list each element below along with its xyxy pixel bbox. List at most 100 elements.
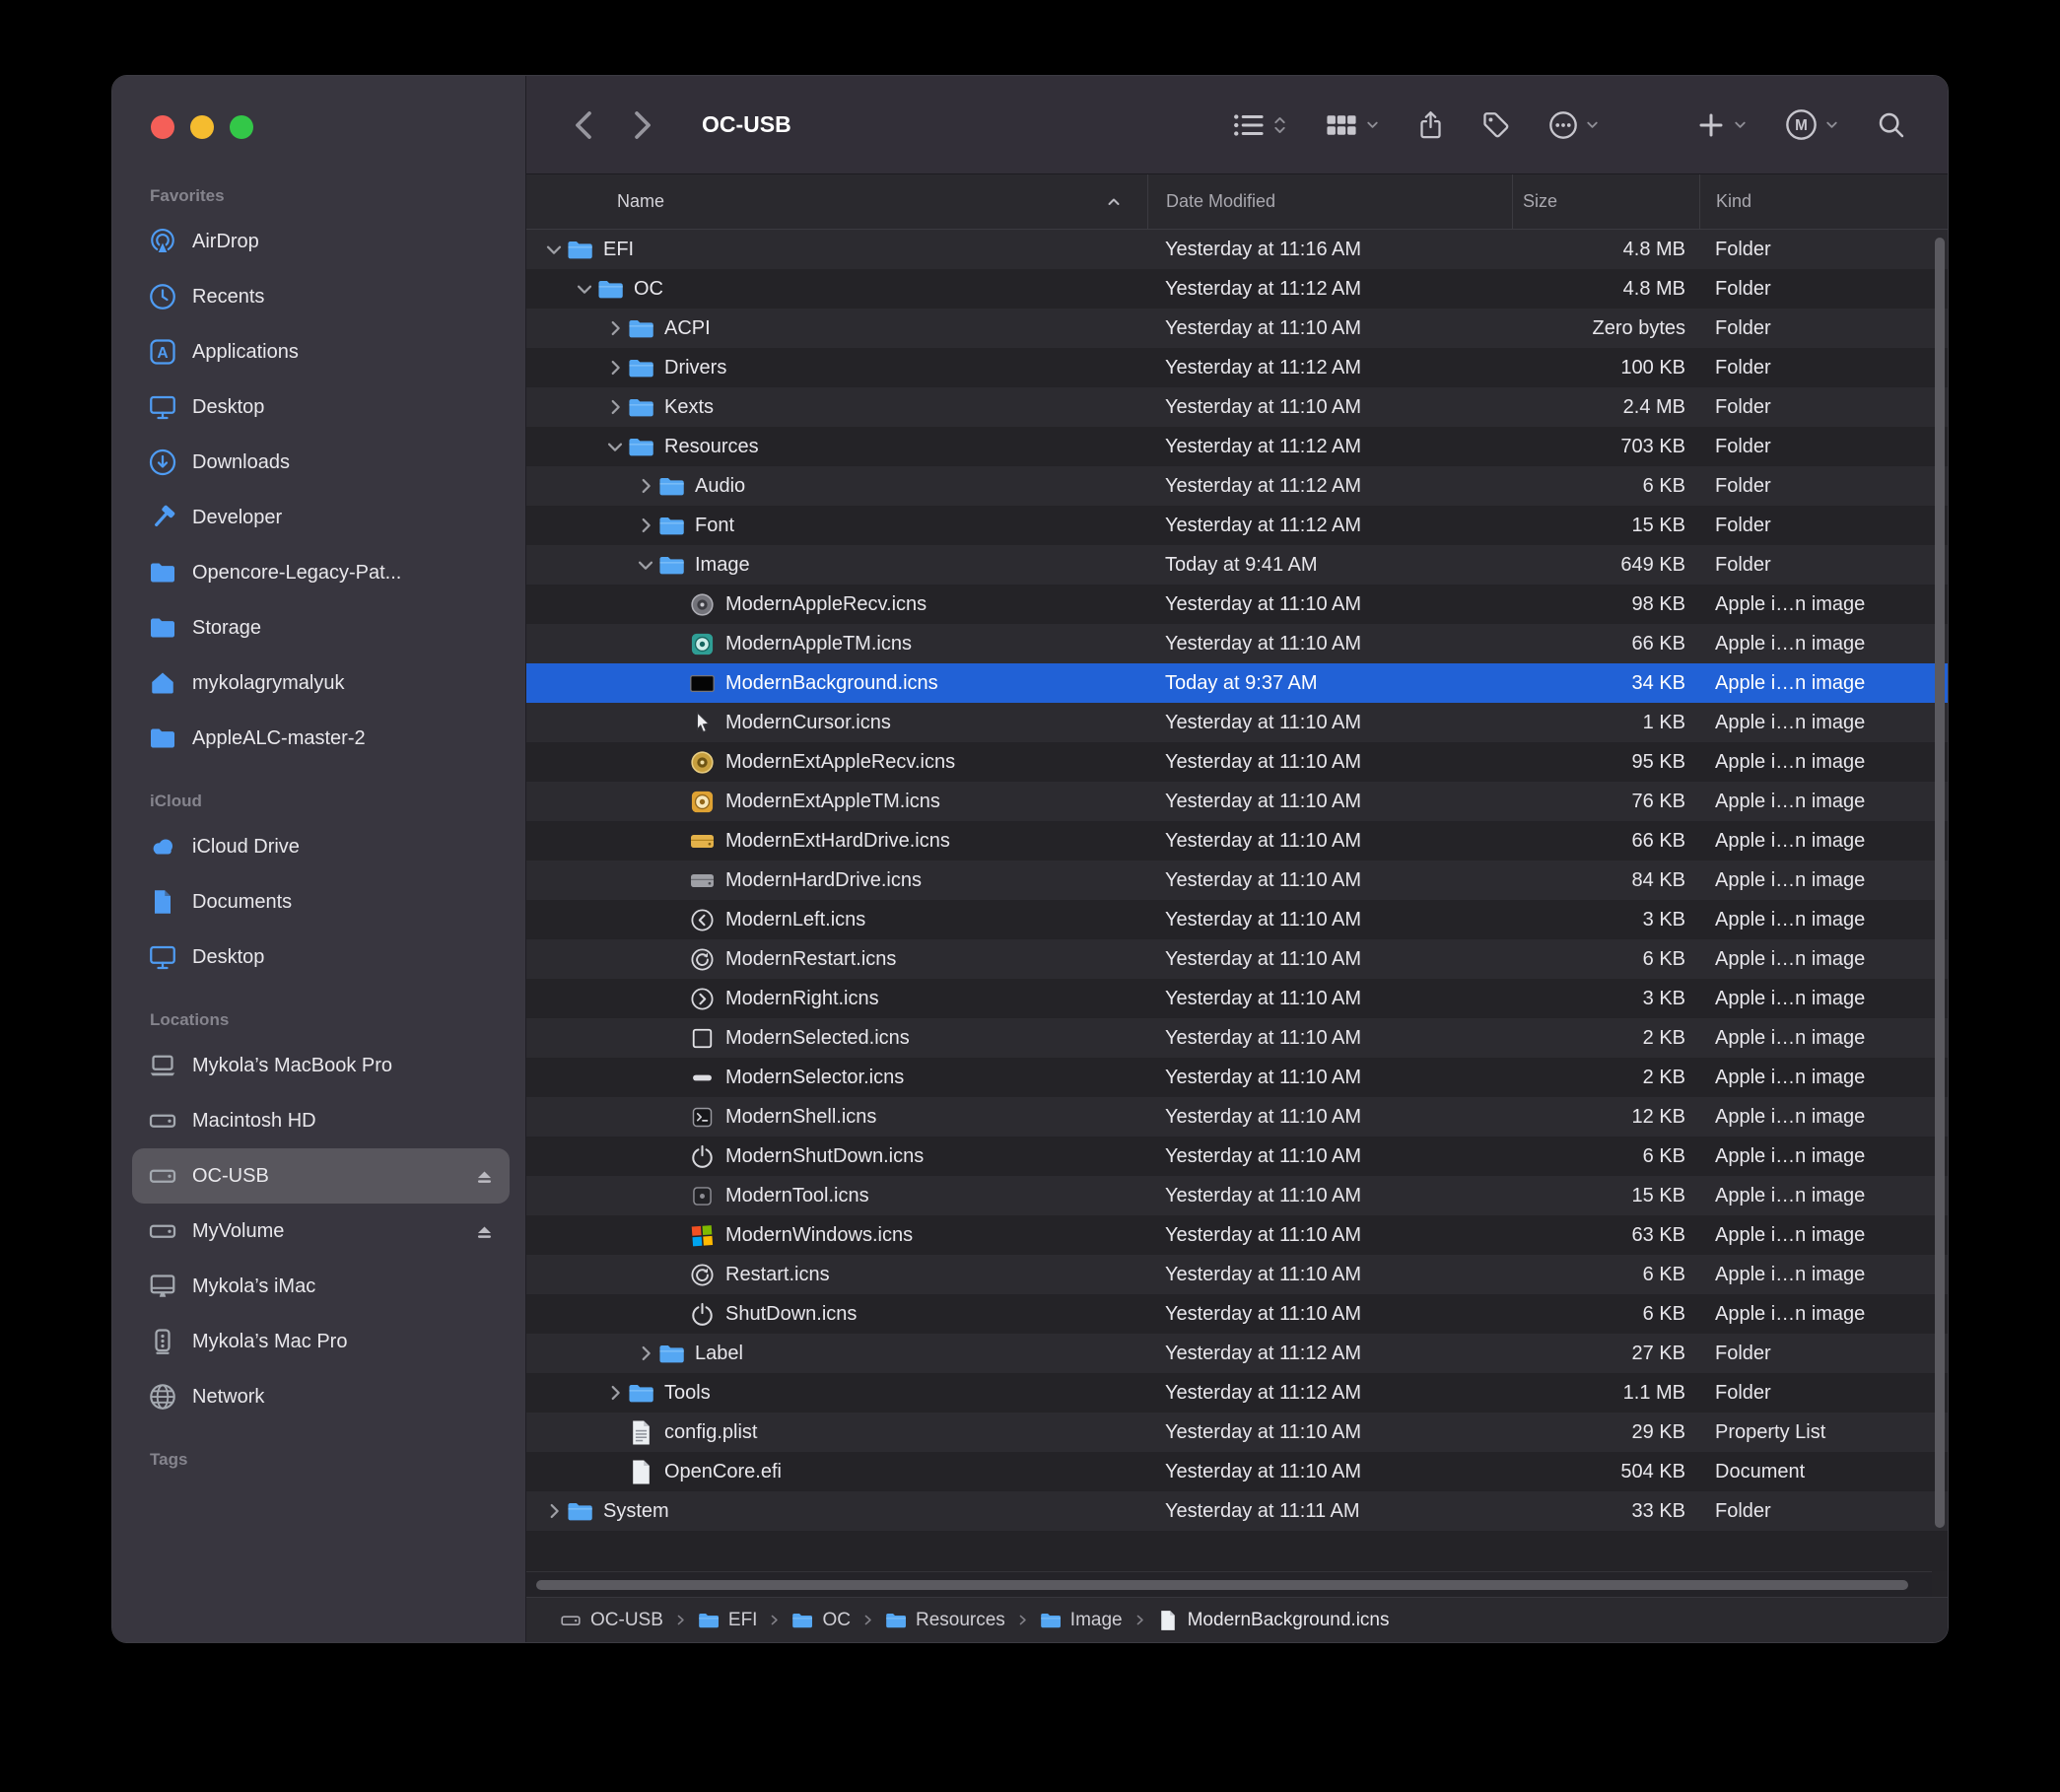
path-item-modernbackground-icns[interactable]: ModernBackground.icns [1157, 1610, 1390, 1631]
disclosure-triangle-icon[interactable] [540, 1499, 567, 1523]
file-row-modernleft-icns[interactable]: ModernLeft.icnsYesterday at 11:10 AM3 KB… [526, 900, 1948, 939]
disclosure-triangle-icon[interactable] [601, 435, 628, 458]
file-row-system[interactable]: SystemYesterday at 11:11 AM33 KBFolder [526, 1491, 1948, 1531]
file-row-shutdown-icns[interactable]: ShutDown.icnsYesterday at 11:10 AM6 KBAp… [526, 1294, 1948, 1334]
sidebar-item-myvolume[interactable]: MyVolume [132, 1204, 510, 1259]
sidebar-item-downloads[interactable]: Downloads [132, 435, 510, 490]
disclosure-triangle-icon[interactable] [601, 316, 628, 340]
file-row-label[interactable]: LabelYesterday at 11:12 AM27 KBFolder [526, 1334, 1948, 1373]
file-row-moderntool-icns[interactable]: ModernTool.icnsYesterday at 11:10 AM15 K… [526, 1176, 1948, 1215]
file-row-efi[interactable]: EFIYesterday at 11:16 AM4.8 MBFolder [526, 230, 1948, 269]
file-row-oc[interactable]: OCYesterday at 11:12 AM4.8 MBFolder [526, 269, 1948, 309]
sidebar-item-documents[interactable]: Documents [132, 874, 510, 930]
file-row-modernextappletm-icns[interactable]: ModernExtAppleTM.icnsYesterday at 11:10 … [526, 782, 1948, 821]
search-button[interactable] [1877, 110, 1906, 140]
column-header-size[interactable]: Size [1512, 174, 1699, 229]
path-item-resources[interactable]: Resources [885, 1610, 1005, 1631]
column-header-date-modified[interactable]: Date Modified [1147, 174, 1512, 229]
tags-button[interactable] [1481, 110, 1511, 140]
size-cell: 29 KB [1512, 1413, 1699, 1452]
more-actions-button[interactable] [1548, 110, 1600, 140]
account-button[interactable]: M [1785, 108, 1839, 141]
file-row-modernrestart-icns[interactable]: ModernRestart.icnsYesterday at 11:10 AM6… [526, 939, 1948, 979]
sidebar-item-applealc-master-2[interactable]: AppleALC-master-2 [132, 711, 510, 766]
sidebar-item-recents[interactable]: Recents [132, 269, 510, 324]
disclosure-triangle-icon[interactable] [601, 1381, 628, 1405]
file-row-modernharddrive-icns[interactable]: ModernHardDrive.icnsYesterday at 11:10 A… [526, 861, 1948, 900]
column-header-name[interactable]: Name [526, 174, 1147, 229]
file-name: ModernRight.icns [725, 988, 879, 1010]
group-by-button[interactable] [1325, 110, 1380, 140]
file-row-modernbackground-icns[interactable]: ModernBackground.icnsToday at 9:37 AM34 … [526, 663, 1948, 703]
file-row-moderncursor-icns[interactable]: ModernCursor.icnsYesterday at 11:10 AM1 … [526, 703, 1948, 742]
file-row-modernselector-icns[interactable]: ModernSelector.icnsYesterday at 11:10 AM… [526, 1058, 1948, 1097]
zoom-window-button[interactable] [230, 115, 253, 139]
file-row-modernapplerecv-icns[interactable]: ModernAppleRecv.icnsYesterday at 11:10 A… [526, 585, 1948, 624]
file-row-opencore-efi[interactable]: OpenCore.efiYesterday at 11:10 AM504 KBD… [526, 1452, 1948, 1491]
file-row-tools[interactable]: ToolsYesterday at 11:12 AM1.1 MBFolder [526, 1373, 1948, 1413]
eject-icon[interactable] [473, 1220, 496, 1243]
horizontal-scrollbar[interactable] [526, 1571, 1932, 1597]
file-row-resources[interactable]: ResourcesYesterday at 11:12 AM703 KBFold… [526, 427, 1948, 466]
horizontal-scrollbar-thumb[interactable] [536, 1580, 1908, 1590]
sidebar-item-desktop[interactable]: Desktop [132, 930, 510, 985]
file-row-modernextapplerecv-icns[interactable]: ModernExtAppleRecv.icnsYesterday at 11:1… [526, 742, 1948, 782]
file-row-restart-icns[interactable]: Restart.icnsYesterday at 11:10 AM6 KBApp… [526, 1255, 1948, 1294]
forward-button[interactable] [625, 108, 658, 142]
sidebar-item-icloud-drive[interactable]: iCloud Drive [132, 819, 510, 874]
vertical-scrollbar[interactable] [1933, 234, 1945, 1563]
file-row-kexts[interactable]: KextsYesterday at 11:10 AM2.4 MBFolder [526, 387, 1948, 427]
sidebar-item-airdrop[interactable]: AirDrop [132, 214, 510, 269]
file-row-modernselected-icns[interactable]: ModernSelected.icnsYesterday at 11:10 AM… [526, 1018, 1948, 1058]
disclosure-triangle-icon[interactable] [632, 1342, 658, 1365]
file-row-drivers[interactable]: DriversYesterday at 11:12 AM100 KBFolder [526, 348, 1948, 387]
file-row-modernwindows-icns[interactable]: ModernWindows.icnsYesterday at 11:10 AM6… [526, 1215, 1948, 1255]
sidebar-item-developer[interactable]: Developer [132, 490, 510, 545]
disclosure-triangle-icon[interactable] [632, 474, 658, 498]
eject-icon[interactable] [473, 1165, 496, 1188]
path-item-image[interactable]: Image [1040, 1610, 1123, 1631]
file-row-modernextharddrive-icns[interactable]: ModernExtHardDrive.icnsYesterday at 11:1… [526, 821, 1948, 861]
file-name: ModernSelector.icns [725, 1067, 904, 1089]
sidebar-item-mykolagrymalyuk[interactable]: mykolagrymalyuk [132, 655, 510, 711]
sidebar-item-mykola-s-mac-pro[interactable]: Mykola’s Mac Pro [132, 1314, 510, 1369]
back-button[interactable] [568, 108, 601, 142]
file-row-modernappletm-icns[interactable]: ModernAppleTM.icnsYesterday at 11:10 AM6… [526, 624, 1948, 663]
new-item-button[interactable] [1696, 110, 1748, 140]
disclosure-triangle-icon[interactable] [601, 356, 628, 379]
file-row-audio[interactable]: AudioYesterday at 11:12 AM6 KBFolder [526, 466, 1948, 506]
file-row-acpi[interactable]: ACPIYesterday at 11:10 AMZero bytesFolde… [526, 309, 1948, 348]
file-row-font[interactable]: FontYesterday at 11:12 AM15 KBFolder [526, 506, 1948, 545]
minimize-window-button[interactable] [190, 115, 214, 139]
disclosure-triangle-icon[interactable] [632, 553, 658, 577]
sidebar-item-label: Mykola’s MacBook Pro [192, 1055, 496, 1077]
sidebar-item-storage[interactable]: Storage [132, 600, 510, 655]
disclosure-triangle-icon[interactable] [632, 514, 658, 537]
disclosure-triangle-icon[interactable] [540, 238, 567, 261]
sidebar-item-applications[interactable]: AApplications [132, 324, 510, 379]
kind-cell: Apple i…n image [1699, 821, 1948, 861]
name-cell: EFI [526, 230, 1147, 269]
file-row-modernshell-icns[interactable]: ModernShell.icnsYesterday at 11:10 AM12 … [526, 1097, 1948, 1137]
close-window-button[interactable] [151, 115, 174, 139]
disclosure-triangle-icon[interactable] [571, 277, 597, 301]
share-button[interactable] [1417, 108, 1444, 141]
sidebar-item-mykola-s-macbook-pro[interactable]: Mykola’s MacBook Pro [132, 1038, 510, 1093]
sidebar-item-mykola-s-imac[interactable]: Mykola’s iMac [132, 1259, 510, 1314]
vertical-scrollbar-thumb[interactable] [1935, 238, 1945, 1528]
sidebar-item-opencore-legacy-pat[interactable]: Opencore-Legacy-Pat... [132, 545, 510, 600]
sidebar-item-oc-usb[interactable]: OC-USB [132, 1148, 510, 1204]
path-item-oc[interactable]: OC [791, 1610, 851, 1631]
sidebar-item-macintosh-hd[interactable]: Macintosh HD [132, 1093, 510, 1148]
file-row-modernshutdown-icns[interactable]: ModernShutDown.icnsYesterday at 11:10 AM… [526, 1137, 1948, 1176]
file-row-modernright-icns[interactable]: ModernRight.icnsYesterday at 11:10 AM3 K… [526, 979, 1948, 1018]
path-item-efi[interactable]: EFI [698, 1610, 758, 1631]
file-row-config-plist[interactable]: config.plistYesterday at 11:10 AM29 KBPr… [526, 1413, 1948, 1452]
sidebar-item-desktop[interactable]: Desktop [132, 379, 510, 435]
sidebar-item-network[interactable]: Network [132, 1369, 510, 1424]
view-options-button[interactable] [1232, 110, 1287, 140]
column-header-kind[interactable]: Kind [1699, 174, 1948, 229]
path-item-oc-usb[interactable]: OC-USB [560, 1610, 663, 1631]
file-row-image[interactable]: ImageToday at 9:41 AM649 KBFolder [526, 545, 1948, 585]
disclosure-triangle-icon[interactable] [601, 395, 628, 419]
